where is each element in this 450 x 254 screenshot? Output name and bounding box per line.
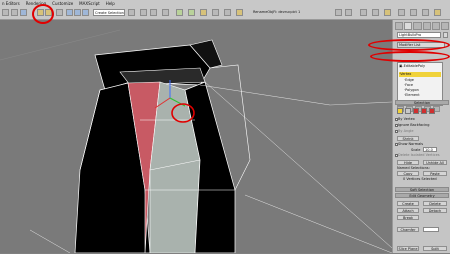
select-region-icon[interactable]	[56, 9, 63, 16]
stack-item-vertex[interactable]: ·Vertex	[399, 72, 441, 77]
undo-icon[interactable]	[2, 9, 9, 16]
toolbar-extra-icon-8[interactable]	[422, 9, 429, 16]
tab-hierarchy[interactable]	[413, 22, 422, 30]
redo-icon[interactable]	[11, 9, 18, 16]
annotation-circle-toolbar	[32, 4, 54, 24]
stack-item-element[interactable]: ·Element	[404, 93, 420, 98]
delete-isolated-label: Delete Isolated Vertices	[398, 153, 440, 157]
render-icon[interactable]	[236, 9, 243, 16]
create-button[interactable]: Create	[397, 201, 419, 206]
object-color-swatch[interactable]	[443, 32, 448, 38]
menu-item-maxscript[interactable]: MAXScript	[79, 1, 100, 6]
ignore-backfacing-label: Ignore Backfacing	[398, 123, 430, 127]
split-button[interactable]: Split	[423, 246, 447, 251]
main-toolbar: Create Selection Set RenameObjFi: devruc…	[0, 7, 450, 20]
named-selections-label: Named Selections:	[397, 166, 430, 170]
render-frame-icon[interactable]	[224, 9, 231, 16]
tab-motion[interactable]	[422, 22, 431, 30]
chamfer-amount-spinner[interactable]	[423, 227, 439, 232]
selection-set-dropdown[interactable]: Create Selection Set	[93, 9, 125, 16]
move-icon[interactable]	[66, 9, 73, 16]
perspective-viewport[interactable]	[0, 20, 393, 254]
scale-spinner[interactable]: 10.0	[423, 147, 437, 152]
render-setup-icon[interactable]	[212, 9, 219, 16]
hide-button[interactable]: Hide	[397, 160, 419, 165]
by-angle-label: By Angle	[398, 129, 414, 133]
subobject-level-icons	[397, 108, 435, 114]
schematic-view-icon[interactable]	[188, 9, 195, 16]
snap-icon[interactable]	[140, 9, 147, 16]
rotate-icon[interactable]	[74, 9, 81, 16]
menu-item-customize[interactable]: Customize	[52, 1, 73, 6]
toolbar-extra-icon-1[interactable]	[335, 9, 342, 16]
align-icon[interactable]	[162, 9, 169, 16]
selection-rollout-header[interactable]: Selection	[395, 100, 449, 105]
shrink-button[interactable]: Shrink	[397, 136, 419, 141]
delete-button[interactable]: Delete	[423, 201, 447, 206]
edit-geometry-rollout-header[interactable]: Edit Geometry	[395, 193, 449, 198]
tab-display[interactable]	[431, 22, 440, 30]
toolbar-extra-icon-7[interactable]	[410, 9, 417, 16]
copy-button[interactable]: Copy	[397, 171, 419, 176]
scale-label: Scale	[411, 148, 421, 152]
slice-plane-button[interactable]: Slice Plane	[397, 246, 419, 251]
tab-utilities[interactable]	[440, 22, 450, 30]
edge-level-icon[interactable]	[405, 108, 411, 114]
link-icon[interactable]	[20, 9, 27, 16]
element-level-icon[interactable]	[429, 108, 435, 114]
viewport-canvas[interactable]	[0, 20, 393, 254]
annotation-ellipse-vertex	[370, 51, 450, 62]
border-level-icon[interactable]	[413, 108, 419, 114]
tab-modify[interactable]	[404, 22, 413, 30]
toolbar-extra-icon-6[interactable]	[398, 9, 405, 16]
angle-snap-icon[interactable]	[150, 9, 157, 16]
paste-button[interactable]: Paste	[423, 171, 447, 176]
object-name-field[interactable]: LightBulbPro	[397, 32, 441, 38]
break-button[interactable]: Break	[397, 215, 419, 220]
vertex-level-icon[interactable]	[397, 108, 403, 114]
toolbar-extra-icon-4[interactable]	[372, 9, 379, 16]
tab-create[interactable]	[395, 22, 404, 30]
toolbar-extra-icon-9[interactable]	[434, 9, 441, 16]
toolbar-extra-icon-2[interactable]	[345, 9, 352, 16]
selection-status: 0 Vertices Selected	[403, 177, 437, 181]
stack-item-editable-poly[interactable]: ▣-EditablePoly	[399, 64, 425, 69]
rename-objects-field[interactable]: RenameObjFi: devrucpict 1	[253, 9, 329, 16]
polygon-level-icon[interactable]	[421, 108, 427, 114]
menu-item-help[interactable]: Help	[106, 1, 115, 6]
soft-selection-rollout-header[interactable]: Soft Selection	[395, 187, 449, 192]
unhide-all-button[interactable]: Unhide All	[423, 160, 447, 165]
toolbar-extra-icon-5[interactable]	[384, 9, 391, 16]
material-editor-icon[interactable]	[200, 9, 207, 16]
attach-button[interactable]: Attach	[397, 208, 419, 213]
scale-icon[interactable]	[82, 9, 89, 16]
mirror-icon[interactable]	[128, 9, 135, 16]
detach-button[interactable]: Detach	[423, 208, 447, 213]
show-normals-label: Show Normals	[398, 142, 424, 146]
menu-bar: n Editors Rendering Customize MAXScript …	[0, 0, 450, 7]
menu-item-editors[interactable]: n Editors	[2, 1, 20, 6]
command-panel-tabs	[395, 22, 450, 30]
chamfer-button[interactable]: Chamfer	[397, 227, 419, 232]
by-vertex-label: By Vertex	[398, 117, 415, 121]
toolbar-extra-icon-3[interactable]	[360, 9, 367, 16]
annotation-ellipse-editable-poly	[368, 39, 450, 51]
curve-editor-icon[interactable]	[176, 9, 183, 16]
